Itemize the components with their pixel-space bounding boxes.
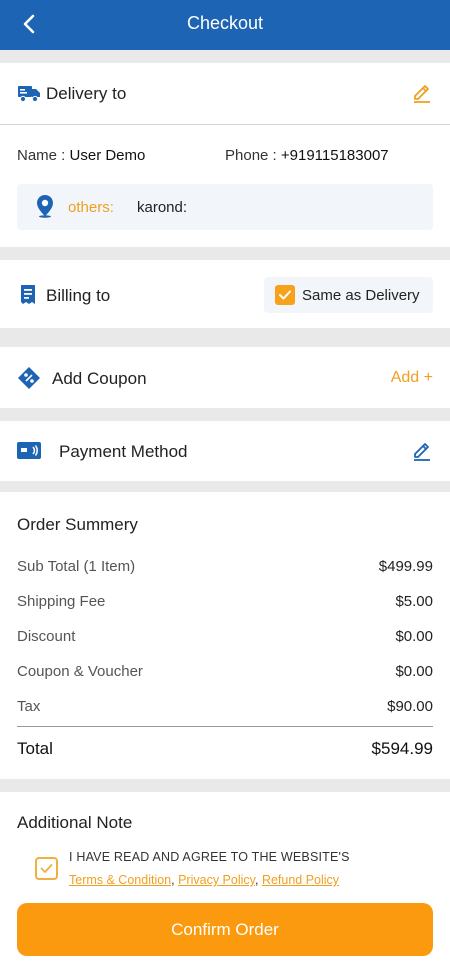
edit-payment-icon[interactable] [411,439,433,461]
summary-row-label: Discount [17,628,76,645]
confirm-order-button[interactable]: Confirm Order [17,903,433,956]
delivery-name: Name : User Demo [17,147,145,164]
page-title: Checkout [186,13,264,33]
same-as-delivery-checkbox[interactable] [275,285,295,305]
summary-row-value: $0.00 [395,628,433,645]
summary-row-label: Shipping Fee [17,593,106,610]
policy-links: Terms & Condition, Privacy Policy, Refun… [69,873,339,887]
same-as-delivery-toggle[interactable]: Same as Delivery [264,277,433,313]
order-summary-title: Order Summery [17,515,138,534]
phone-value: +919115183007 [280,147,389,164]
coupon-tag-icon [18,367,40,389]
delivery-address: others: karond: [17,184,433,230]
name-label: Name : [17,147,70,164]
privacy-policy-link[interactable]: Privacy Policy [178,873,255,887]
delivery-header-card: Delivery to [0,63,450,124]
receipt-icon [21,285,35,304]
summary-row-label: Tax [17,698,41,715]
add-coupon-button[interactable]: Add + [391,369,433,387]
total-label: Total [17,739,53,758]
terms-link[interactable]: Terms & Condition [69,873,171,887]
summary-row: Sub Total (1 Item) $499.99 [17,558,433,575]
check-icon [40,864,53,873]
terms-agree-checkbox[interactable] [35,857,58,880]
summary-row: Tax $90.00 [17,698,433,715]
check-icon [279,290,291,300]
delivery-title: Delivery to [46,84,127,103]
payment-title: Payment Method [59,442,188,461]
total-value: $594.99 [371,739,433,758]
payment-card[interactable]: Payment Method [0,421,450,481]
address-label: others: [68,199,114,216]
coupon-title: Add Coupon [52,369,147,388]
link-separator: , [171,873,175,887]
link-separator: , [254,873,259,887]
delivery-phone: Phone : +919115183007 [225,147,389,164]
summary-row-value: $0.00 [395,663,433,680]
location-pin-icon [37,195,53,218]
summary-row-value: $5.00 [395,593,433,610]
billing-title: Billing to [46,286,111,305]
name-value: User Demo [69,147,146,164]
additional-note-title[interactable]: Additional Note [17,813,132,833]
summary-divider [17,726,433,727]
total-row: Total $594.99 [17,739,433,759]
truck-icon [18,86,40,103]
address-value: karond: [137,199,188,216]
app-header: Checkout [0,0,450,50]
summary-row: Coupon & Voucher $0.00 [17,663,433,680]
summary-row-label: Coupon & Voucher [17,663,143,680]
coupon-card[interactable]: Add Coupon [0,347,450,408]
summary-row-value: $499.99 [378,558,433,575]
edit-icon[interactable] [411,81,433,103]
phone-label: Phone : [225,147,281,164]
summary-row-value: $90.00 [387,698,433,715]
credit-card-icon [17,442,41,459]
summary-row-label: Sub Total (1 Item) [17,558,136,575]
summary-row: Shipping Fee $5.00 [17,593,433,610]
refund-policy-link[interactable]: Refund Policy [262,873,339,887]
terms-agree-text: I HAVE READ AND AGREE TO THE WEBSITE'S [69,850,350,864]
same-as-delivery-label: Same as Delivery [302,287,420,304]
summary-row: Discount $0.00 [17,628,433,645]
